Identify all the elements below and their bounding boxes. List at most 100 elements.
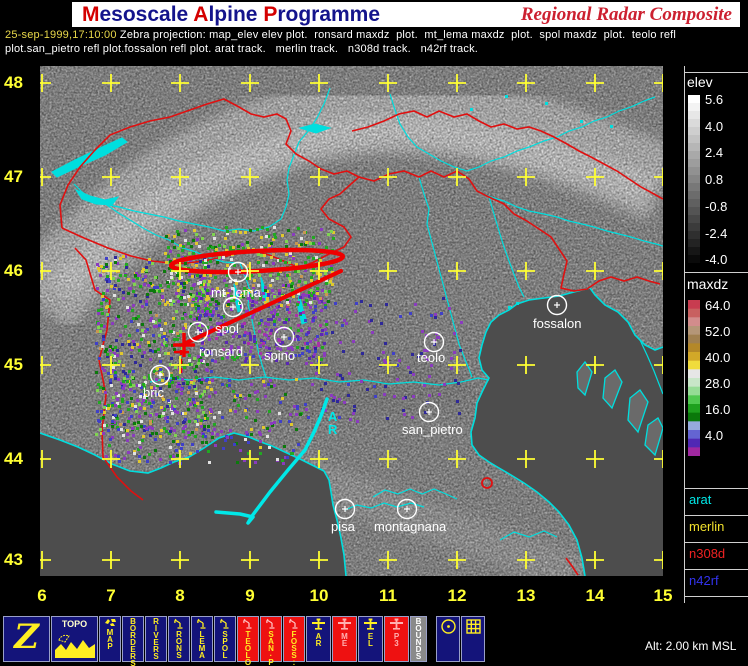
- elev-tick: -0.8: [705, 198, 728, 214]
- lon-label-9: 9: [245, 586, 255, 605]
- elev-colorbar: [688, 95, 700, 263]
- title-segment: M: [82, 2, 100, 26]
- timestamp: 25-sep-1999,17:10:00: [5, 29, 117, 41]
- p3-aircraft-button[interactable]: P3: [384, 616, 409, 662]
- legend-rule: [684, 596, 748, 597]
- title-bar: Mesoscale Alpine Programme Regional Rada…: [72, 2, 740, 27]
- radar-composite-app: Mesoscale Alpine Programme Regional Rada…: [0, 0, 748, 666]
- legend-rule: [684, 569, 748, 570]
- maxdz-legend-title: maxdz: [687, 276, 729, 292]
- elev-legend-title: elev: [687, 74, 713, 90]
- lat-label-45: 45: [4, 355, 23, 374]
- station-label: pisa: [331, 519, 356, 534]
- legend-rule: [684, 515, 748, 516]
- station-label: bric: [143, 385, 164, 400]
- title-segment: P: [263, 2, 278, 26]
- lat-label-43: 43: [4, 550, 23, 569]
- button-label: LEMA: [198, 630, 206, 660]
- antenna-icon: [173, 618, 185, 630]
- map-button[interactable]: MAP: [99, 616, 121, 662]
- legend-divider: [684, 66, 685, 603]
- zebra-logo-button[interactable]: Z: [3, 616, 50, 662]
- title-segment: rogramme: [277, 2, 381, 26]
- button-label: BORDERS: [129, 617, 137, 666]
- elev-tick: -2.4: [705, 225, 728, 241]
- mountain-icon: [54, 630, 95, 659]
- button-label: S A N · P: [268, 630, 274, 666]
- lon-label-10: 10: [309, 586, 329, 605]
- station-label: teolo: [417, 350, 445, 365]
- svg-text:R: R: [328, 422, 338, 437]
- grid-toggle-button[interactable]: [461, 616, 485, 662]
- kspol-button[interactable]: SPOL: [214, 616, 236, 662]
- station-label: ronsard: [199, 344, 243, 359]
- antenna-icon: [265, 618, 277, 630]
- aircraft-id-n308d: n308d: [689, 546, 726, 561]
- button-label: RONS: [175, 630, 183, 660]
- station-label: spol: [215, 321, 239, 336]
- plane-icon: [337, 618, 352, 632]
- toolbar: Z TOPO M A P B O R D E R S R I V E R S R O N S L E M A S P O L T E O L O S A…: [3, 616, 486, 666]
- kteolo-button[interactable]: TEOLO: [237, 616, 259, 666]
- plane-icon: [389, 618, 404, 632]
- kfoss-button[interactable]: FOSS:: [283, 616, 305, 666]
- arat-aircraft-button[interactable]: AR: [306, 616, 331, 662]
- status-line-2: plot.san_pietro refl plot.fossalon refl …: [5, 43, 479, 55]
- elev-tick: 4.0: [705, 118, 724, 134]
- title-segment: esoscale: [99, 2, 194, 26]
- lon-label-6: 6: [37, 586, 47, 605]
- elev-tick: 2.4: [705, 145, 724, 161]
- button-label: TEOLO: [244, 630, 252, 666]
- elev-tick: 5.6: [705, 92, 724, 107]
- station-label: spino: [264, 348, 295, 363]
- elev-tick: -4.0: [705, 252, 728, 268]
- topo-button[interactable]: TOPO: [51, 616, 98, 662]
- legend-rule: [684, 542, 748, 543]
- aircraft-id-merlin: merlin: [689, 519, 725, 534]
- legend-panel: elev 5.6 4.0 2.4 0.8 -0.8 -2.4 -4.0 maxdz 64.0 52.…: [663, 60, 748, 612]
- lon-label-11: 11: [379, 586, 397, 605]
- plane-icon: [363, 618, 378, 632]
- title-segment: A: [193, 2, 209, 26]
- station-label: san_pietro: [402, 422, 463, 437]
- antenna-icon: [219, 618, 231, 630]
- lon-label-14: 14: [585, 586, 605, 605]
- button-label: EL: [367, 632, 374, 648]
- status-text-1: Zebra projection: map_elev elev plot. ro…: [116, 29, 677, 41]
- legend-rule: [684, 72, 748, 73]
- map-icon: [104, 618, 117, 628]
- rivers-button[interactable]: RIVERS: [145, 616, 167, 662]
- lat-label-47: 47: [4, 167, 23, 186]
- button-label: MAP: [106, 628, 114, 651]
- borders-button[interactable]: BORDERS: [122, 616, 144, 666]
- lon-label-13: 13: [516, 586, 536, 605]
- maxdz-tick: 4.0: [705, 428, 724, 443]
- lon-label-8: 8: [175, 586, 185, 605]
- station-toggle-button[interactable]: [436, 616, 460, 662]
- krons-button[interactable]: RONS: [168, 616, 190, 662]
- button-label: P3: [393, 632, 400, 648]
- antenna-icon: [288, 618, 300, 630]
- button-label: BOUNDS: [415, 617, 422, 661]
- ksan-p-button[interactable]: S A N · P: [260, 616, 282, 666]
- aircraft-id-arat: arat: [689, 492, 712, 507]
- aircraft-id-n42rf: n42rf: [689, 573, 719, 588]
- maxdz-tick: 64.0: [705, 298, 731, 313]
- merlin-aircraft-button[interactable]: ME: [332, 616, 357, 662]
- button-label: RIVERS: [153, 617, 159, 661]
- button-label: SPOL: [221, 630, 229, 660]
- electra-aircraft-button[interactable]: EL: [358, 616, 383, 662]
- page-subtitle: Regional Radar Composite: [520, 3, 732, 25]
- zebra-logo-glyph: Z: [14, 617, 39, 657]
- bounds-button[interactable]: BOUNDS: [410, 616, 427, 662]
- grid-icon: [465, 618, 482, 636]
- maxdz-tick: 28.0: [705, 376, 731, 391]
- plane-icon: [311, 618, 326, 632]
- elev-tick: 0.8: [705, 172, 724, 188]
- legend-rule: [684, 488, 748, 489]
- station-label: fossalon: [533, 316, 581, 331]
- lon-label-12: 12: [447, 586, 467, 605]
- lat-label-48: 48: [4, 73, 23, 92]
- klema-button[interactable]: LEMA: [191, 616, 213, 662]
- button-label: FOSS:: [290, 630, 298, 666]
